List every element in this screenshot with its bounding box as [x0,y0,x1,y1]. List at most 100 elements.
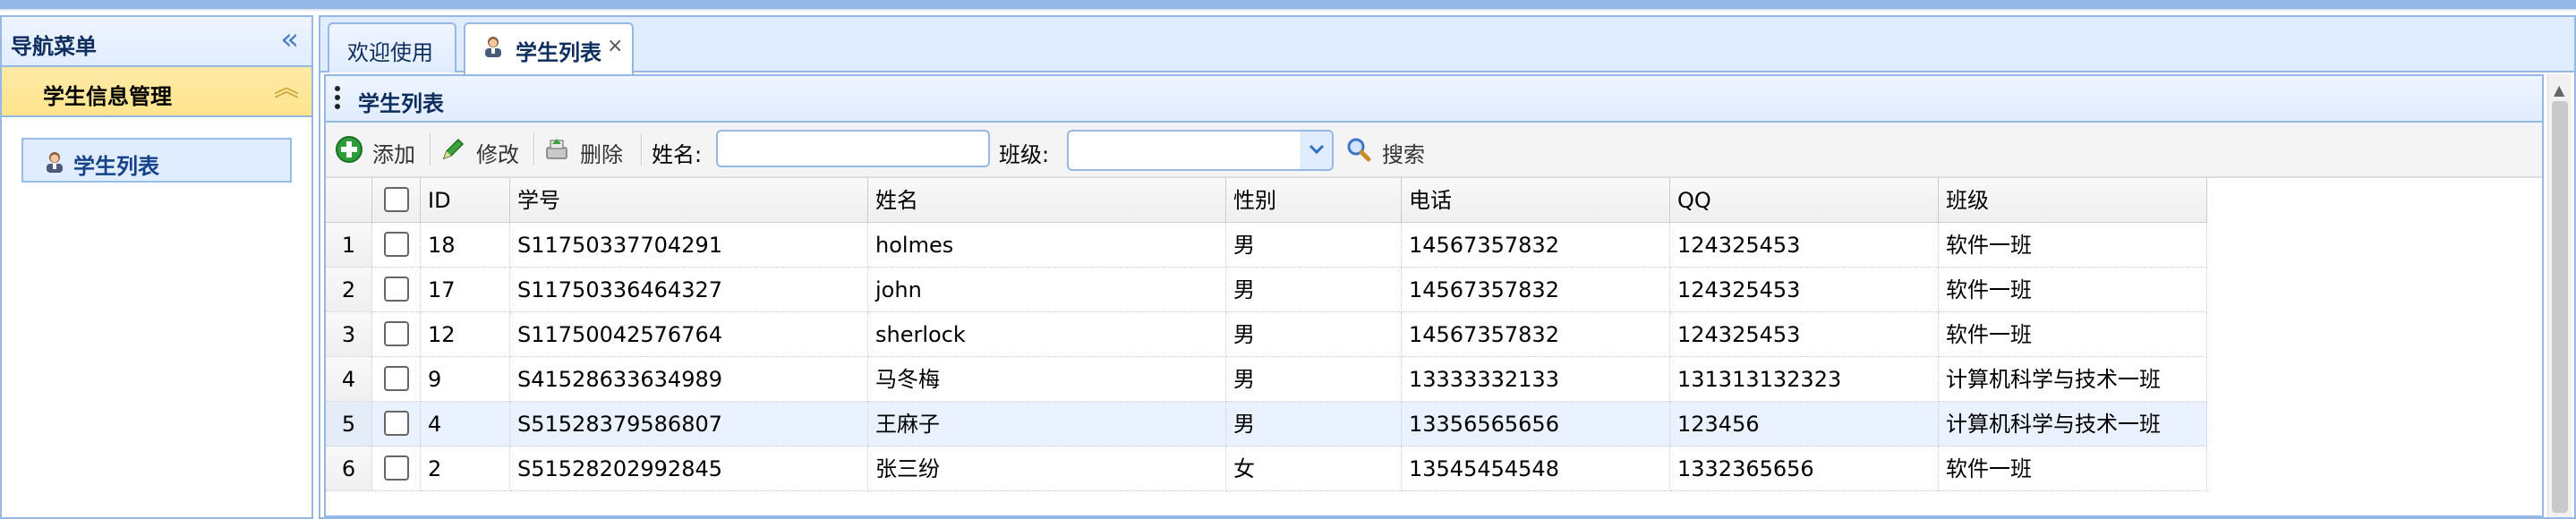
student-icon [43,150,66,177]
column-header-id[interactable]: ID [421,178,510,223]
toolbar-separator [641,133,643,166]
cell-qq: 124325453 [1670,223,1939,268]
cell-qq: 124325453 [1670,312,1939,357]
add-icon [335,135,363,169]
column-header-sn[interactable]: 学号 [510,178,868,223]
student-list-panel: 学生列表 添加 修改 删除 姓名: 班级: 搜索 ID 学号 姓名 性别 电话 … [324,74,2544,517]
row-checkbox[interactable] [383,411,409,436]
cell-sn: S11750336464327 [510,268,868,312]
add-button-label: 添加 [372,142,415,167]
cell-phone: 13545454548 [1402,447,1670,491]
close-icon[interactable]: × [607,35,623,57]
row-checkbox[interactable] [383,455,409,481]
class-select[interactable] [1067,130,1334,171]
cell-sn: S11750042576764 [510,312,868,357]
cell-qq: 124325453 [1670,268,1939,312]
cell-name: holmes [868,223,1226,268]
column-header-class[interactable]: 班级 [1939,178,2207,223]
cell-id: 12 [421,312,510,357]
cell-sex: 男 [1226,357,1402,402]
accordion-header-student-info[interactable]: 学生信息管理 ︽ [2,67,311,117]
row-number: 6 [326,447,372,491]
class-filter-label: 班级: [999,142,1050,167]
add-button[interactable]: 添加 [335,132,421,167]
cell-class: 计算机科学与技术一班 [1939,402,2207,447]
cell-name: 张三纷 [868,447,1226,491]
cell-sex: 男 [1226,223,1402,268]
cell-name: 王麻子 [868,402,1226,447]
cell-qq: 131313132323 [1670,357,1939,402]
collapse-left-icon[interactable]: « [280,24,299,55]
cell-id: 17 [421,268,510,312]
chevron-down-icon[interactable] [1301,132,1332,169]
cell-qq: 1332365656 [1670,447,1939,491]
search-button[interactable]: 搜索 [1344,132,1434,167]
name-filter-label: 姓名: [652,142,703,167]
search-icon [1344,135,1373,169]
row-number: 1 [326,223,372,268]
row-checkbox-cell[interactable] [372,402,421,447]
select-all-checkbox[interactable] [383,187,409,212]
cell-id: 18 [421,223,510,268]
toolbar-separator [533,133,535,166]
row-checkbox-cell[interactable] [372,268,421,312]
column-header-name[interactable]: 姓名 [868,178,1226,223]
cell-name: john [868,268,1226,312]
column-header-sex[interactable]: 性别 [1226,178,1402,223]
cell-sn: S11750337704291 [510,223,868,268]
row-number: 5 [326,402,372,447]
collapse-up-icon[interactable]: ︽ [274,72,299,103]
cell-sex: 男 [1226,268,1402,312]
row-checkbox[interactable] [383,321,409,346]
tree-item-student-list[interactable]: 学生列表 [21,138,292,183]
tab-strip: 欢迎使用 学生列表 × [320,17,2574,74]
cell-phone: 14567357832 [1402,268,1670,312]
cell-sex: 女 [1226,447,1402,491]
tabs-container: 欢迎使用 学生列表 × 学生列表 添加 修改 删除 姓名: 班级: 搜索 ID … [319,15,2576,519]
row-checkbox-cell[interactable] [372,357,421,402]
panel-title: 学生列表 [358,91,444,116]
delete-button[interactable]: 删除 [542,132,628,167]
scroll-up-icon[interactable]: ▲ [2554,81,2564,98]
row-checkbox[interactable] [383,277,409,302]
cell-id: 2 [421,447,510,491]
west-nav-header: 导航菜单 « [2,17,311,67]
toolbar: 添加 修改 删除 姓名: 班级: 搜索 [326,123,2542,178]
cell-sn: S41528633634989 [510,357,868,402]
cell-phone: 13356565656 [1402,402,1670,447]
row-checkbox[interactable] [383,232,409,257]
student-icon [482,35,505,62]
column-header-qq[interactable]: QQ [1670,178,1939,223]
row-number: 4 [326,357,372,402]
search-button-label: 搜索 [1382,142,1425,167]
vertical-scrollbar[interactable]: ▲ [2547,74,2572,517]
tab-welcome[interactable]: 欢迎使用 [328,22,456,72]
cell-class: 软件一班 [1939,312,2207,357]
row-checkbox-cell[interactable] [372,223,421,268]
delete-button-label: 删除 [580,142,623,167]
cell-class: 软件一班 [1939,223,2207,268]
row-checkbox-cell[interactable] [372,447,421,491]
cell-qq: 123456 [1670,402,1939,447]
top-divider [0,9,2576,11]
scrollbar-thumb[interactable] [2552,101,2568,513]
select-all-checkbox-cell[interactable] [372,178,421,223]
name-search-input[interactable] [716,130,990,167]
cell-sn: S51528202992845 [510,447,868,491]
top-banner [0,0,2576,9]
west-nav-title: 导航菜单 [11,34,97,59]
row-number: 2 [326,268,372,312]
tab-student-list[interactable]: 学生列表 × [464,22,634,74]
row-checkbox[interactable] [383,366,409,391]
tab-welcome-label: 欢迎使用 [347,40,433,65]
cell-phone: 13333332133 [1402,357,1670,402]
delete-icon [542,135,571,169]
edit-button[interactable]: 修改 [439,132,525,167]
cell-phone: 14567357832 [1402,223,1670,268]
tab-student-list-label: 学生列表 [516,40,601,65]
cell-phone: 14567357832 [1402,312,1670,357]
row-checkbox-cell[interactable] [372,312,421,357]
cell-sn: S51528379586807 [510,402,868,447]
menu-dots-icon [335,86,340,113]
column-header-phone[interactable]: 电话 [1402,178,1670,223]
